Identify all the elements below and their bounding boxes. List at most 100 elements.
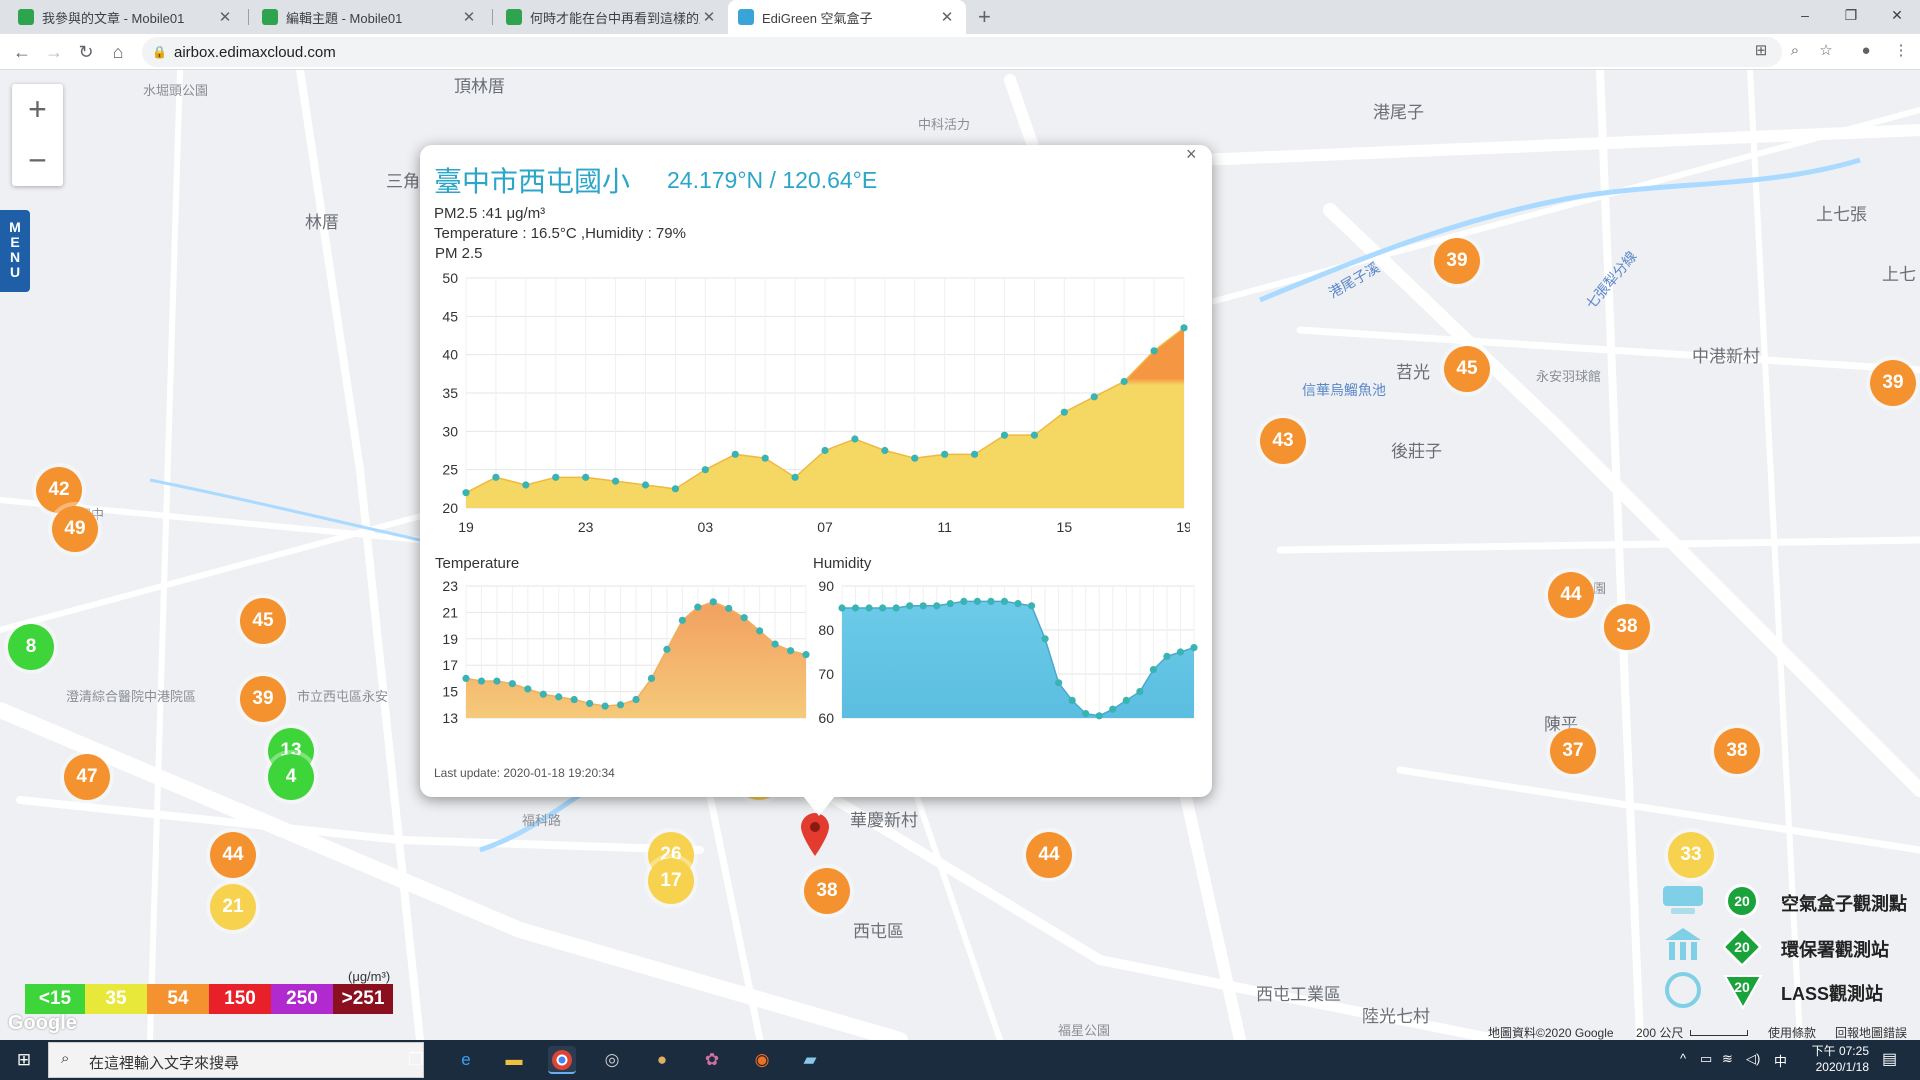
battery-icon[interactable]: ▭ [1700, 1051, 1712, 1067]
scale-bin: 150 [209, 984, 271, 1014]
data-point [892, 604, 900, 612]
file-explorer-icon[interactable]: ▬ [500, 1046, 528, 1074]
map-marker[interactable]: 39 [1870, 360, 1916, 406]
zoom-in-button[interactable]: + [12, 84, 63, 135]
translate-icon[interactable]: ⊞ [1750, 40, 1772, 62]
window-close-icon[interactable]: ✕ [1874, 0, 1920, 30]
tray-chevron-icon[interactable]: ^ [1680, 1051, 1686, 1066]
map-marker[interactable]: 4 [268, 754, 314, 800]
app-icon[interactable]: ◎ [598, 1046, 626, 1074]
data-point [555, 693, 563, 701]
new-tab-icon[interactable]: + [978, 4, 991, 30]
map-marker[interactable]: 38 [1714, 728, 1760, 774]
scale-bin: >251 [333, 984, 393, 1014]
back-icon[interactable]: ← [10, 40, 34, 64]
map-marker[interactable]: 38 [1604, 604, 1650, 650]
windows-start-icon[interactable]: ⊞ [10, 1046, 38, 1074]
data-point [1136, 688, 1144, 696]
reload-icon[interactable]: ↻ [74, 40, 98, 64]
report-error-link[interactable]: 回報地圖錯誤 [1835, 1024, 1907, 1041]
google-logo[interactable]: Google [8, 1012, 77, 1035]
task-view-icon[interactable]: ❐ [402, 1046, 430, 1074]
tab-close-icon[interactable]: ✕ [216, 8, 234, 26]
data-point [552, 473, 560, 481]
app-icon[interactable]: ✿ [698, 1046, 726, 1074]
menu-dots-icon[interactable]: ⋮ [1890, 40, 1912, 62]
data-point [821, 446, 829, 455]
forward-icon[interactable]: → [42, 40, 66, 64]
map-marker[interactable]: 17 [648, 858, 694, 904]
bookmark-star-icon[interactable]: ☆ [1815, 40, 1837, 62]
y-tick-label: 35 [442, 385, 458, 401]
data-point [1082, 710, 1090, 718]
legend-airbox[interactable]: 20 空氣盒子觀測點 [1655, 880, 1920, 924]
wifi-icon[interactable]: ≋ [1722, 1051, 1733, 1067]
humidity-chart[interactable]: 60 70 80 90 [806, 576, 1198, 736]
tab-close-icon[interactable]: ✕ [938, 8, 956, 26]
map-marker[interactable]: 38 [804, 868, 850, 914]
data-point [632, 695, 640, 704]
map-marker[interactable]: 49 [52, 506, 98, 552]
data-point [1068, 696, 1076, 704]
map-marker[interactable]: 21 [210, 884, 256, 930]
popup-close-button[interactable]: × [1186, 144, 1197, 165]
map-marker[interactable]: 33 [1668, 832, 1714, 878]
pm25-chart[interactable]: 20 25 30 35 40 45 50 19 23 03 07 11 15 19 [430, 268, 1190, 540]
browser-tab[interactable]: 編輯主題 - Mobile01 ✕ [252, 0, 488, 34]
legend-lass[interactable]: 20 LASS觀測站 [1655, 970, 1920, 1014]
chrome-icon[interactable] [548, 1046, 576, 1074]
tab-close-icon[interactable]: ✕ [700, 8, 718, 26]
y-tick-label: 60 [818, 710, 834, 726]
taskbar-search[interactable]: ⌕ 在這裡輸入文字來搜尋 [48, 1042, 424, 1078]
menu-button[interactable]: MENU [0, 210, 30, 292]
legend-label: 環保署觀測站 [1781, 940, 1889, 960]
data-point [709, 598, 717, 606]
zoom-out-button[interactable]: − [12, 135, 63, 186]
map-marker[interactable]: 39 [1434, 238, 1480, 284]
data-point [524, 685, 532, 693]
minimize-icon[interactable]: – [1782, 0, 1828, 30]
app-icon[interactable]: ● [648, 1046, 676, 1074]
ime-indicator[interactable]: 中 [1774, 1051, 1787, 1070]
notification-icon[interactable]: ▤ [1882, 1049, 1897, 1069]
x-tick-label: 19 [1176, 519, 1190, 535]
url-text: airbox.edimaxcloud.com [174, 44, 336, 61]
browser-tab[interactable]: 我參與的文章 - Mobile01 ✕ [8, 0, 244, 34]
edge-icon[interactable]: e [452, 1046, 480, 1074]
restore-icon[interactable]: ❐ [1828, 0, 1874, 30]
map-marker[interactable]: 39 [240, 676, 286, 722]
mobile01-icon [18, 9, 34, 25]
data-point [919, 602, 927, 610]
map-marker[interactable]: 43 [1260, 418, 1306, 464]
app-icon[interactable]: ▰ [796, 1046, 824, 1074]
tab-close-icon[interactable]: ✕ [460, 8, 478, 26]
home-icon[interactable]: ⌂ [106, 40, 130, 64]
legend-epa[interactable]: 20 環保署觀測站 [1655, 926, 1920, 970]
map-marker[interactable]: 44 [210, 832, 256, 878]
taskbar-clock[interactable]: 下午 07:25 2020/1/18 [1795, 1043, 1869, 1075]
blender-icon[interactable]: ◉ [748, 1046, 776, 1074]
zoom-icon[interactable]: ⌕ [1784, 40, 1806, 62]
location-pin-icon[interactable] [799, 812, 831, 858]
temperature-chart[interactable]: 13 15 17 19 21 23 [430, 576, 810, 736]
profile-icon[interactable]: ● [1855, 40, 1877, 62]
browser-tab[interactable]: 何時才能在台中再看到這樣的藍天 ✕ [496, 0, 728, 34]
browser-tab-active[interactable]: EdiGreen 空氣盒子 ✕ [728, 0, 966, 34]
map-marker[interactable]: 45 [1444, 346, 1490, 392]
map-marker[interactable]: 45 [240, 598, 286, 644]
data-point [641, 481, 650, 489]
data-point [1150, 347, 1158, 355]
terms-link[interactable]: 使用條款 [1768, 1024, 1816, 1041]
map-marker[interactable]: 44 [1548, 572, 1594, 618]
volume-icon[interactable]: ◁) [1746, 1051, 1760, 1067]
map-marker[interactable]: 44 [1026, 832, 1072, 878]
address-bar[interactable]: 🔒 airbox.edimaxcloud.com [142, 37, 1782, 67]
map-marker[interactable]: 37 [1550, 728, 1596, 774]
map-marker[interactable]: 8 [8, 624, 54, 670]
map-label: 後莊子 [1391, 442, 1442, 461]
y-tick-label: 21 [442, 604, 458, 620]
data-point [786, 647, 795, 655]
map-marker[interactable]: 47 [64, 754, 110, 800]
map-scale[interactable]: 200 公尺 [1636, 1024, 1683, 1041]
scale-bin: 250 [271, 984, 333, 1014]
